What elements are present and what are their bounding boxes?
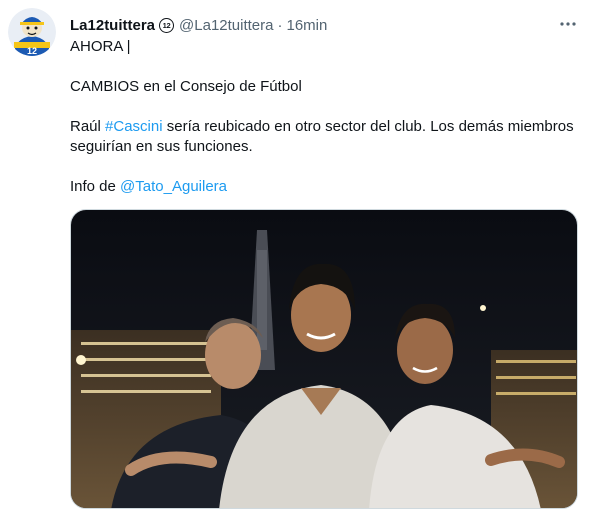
tweet-line-cascini: Raúl #Cascini sería reubicado en otro se…	[70, 117, 580, 157]
tweet-line-info: Info de @Tato_Aguilera	[70, 177, 580, 197]
more-options-button[interactable]	[556, 14, 580, 34]
affiliation-badge-icon: 12	[159, 17, 175, 33]
tweet-card[interactable]: 12 La12tuittera 12 @La12tuittera · 16min…	[0, 0, 600, 509]
more-horizontal-icon	[560, 22, 576, 26]
hashtag-link[interactable]: #Cascini	[105, 118, 163, 135]
stadium-photo-image	[71, 210, 577, 508]
avatar-number: 12	[27, 46, 37, 56]
boca-mascot-avatar-icon: 12	[8, 8, 56, 56]
separator-dot: ·	[277, 16, 283, 34]
tweet-line-cambios: CAMBIOS en el Consejo de Fútbol	[70, 78, 302, 95]
mention-link[interactable]: @Tato_Aguilera	[120, 178, 227, 195]
display-name[interactable]: La12tuittera	[70, 17, 155, 34]
profile-avatar[interactable]: 12	[8, 8, 56, 56]
tweet-text: AHORA | CAMBIOS en el Consejo de Fútbol …	[70, 37, 580, 197]
text-segment: Raúl	[70, 118, 106, 135]
tweet-photo[interactable]	[70, 209, 578, 509]
tweet-header: La12tuittera 12 @La12tuittera · 16min	[70, 14, 580, 36]
tweet-line-ahora: AHORA |	[70, 38, 131, 55]
user-handle[interactable]: @La12tuittera	[179, 17, 273, 34]
timestamp[interactable]: 16min	[286, 17, 327, 34]
text-segment: Info de	[70, 178, 121, 195]
